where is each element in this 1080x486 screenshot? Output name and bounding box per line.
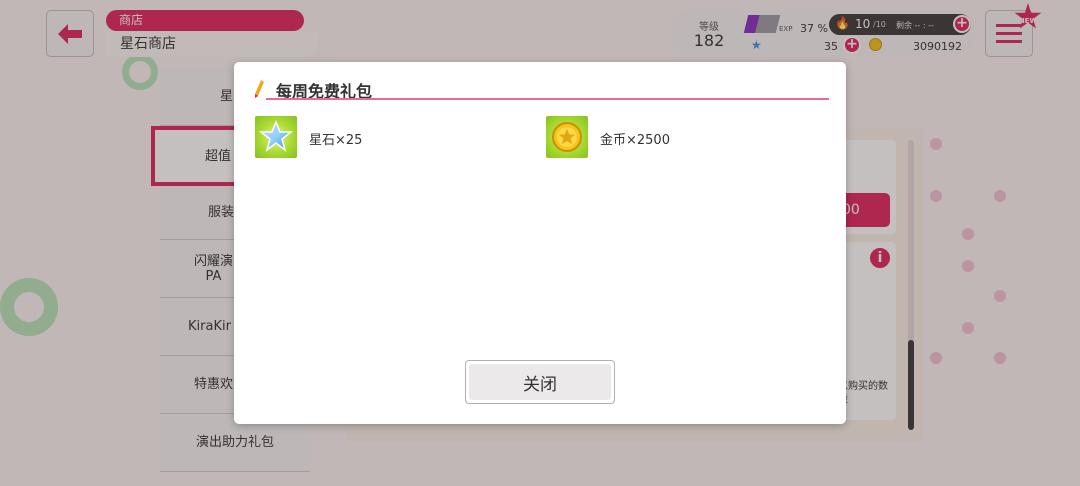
close-button[interactable]: 关闭 bbox=[465, 360, 615, 404]
reward-label-gold-coin: 金币×2500 bbox=[600, 133, 670, 148]
reward-label-star-gem: 星石×25 bbox=[309, 133, 363, 148]
star-gem-icon bbox=[258, 119, 294, 152]
pen-icon bbox=[255, 80, 264, 98]
reward-item-gold-coin bbox=[546, 116, 588, 158]
title-underline bbox=[266, 98, 829, 100]
gold-coin-icon bbox=[552, 122, 582, 152]
close-button-label: 关闭 bbox=[469, 364, 611, 400]
reward-item-star-gem bbox=[255, 116, 297, 158]
